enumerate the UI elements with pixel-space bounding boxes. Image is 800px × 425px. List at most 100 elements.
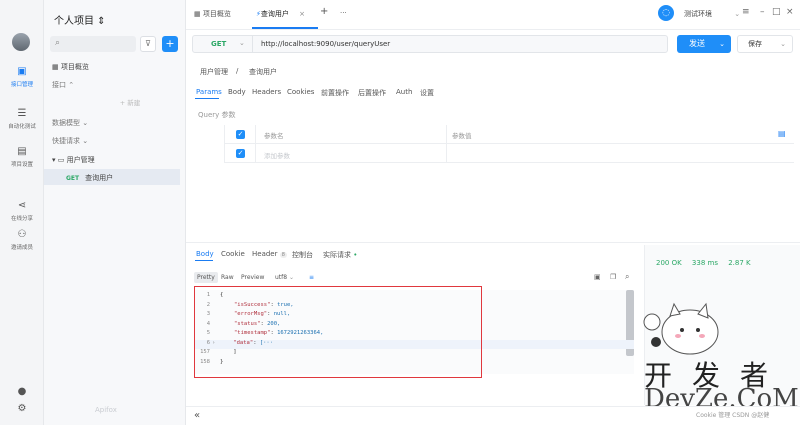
save-button[interactable]: 保存 ⌄ — [737, 35, 793, 53]
chevron-down-icon[interactable]: ⌄ — [719, 35, 725, 53]
tab-headers[interactable]: Headers — [252, 88, 281, 96]
save-label: 保存 — [748, 40, 762, 48]
rail-item-interfaces[interactable]: ▣ 接口管理 — [0, 66, 44, 88]
url-input[interactable]: http://localhost:9090/user/queryUser — [261, 40, 390, 48]
method-select[interactable]: GET ⌄ — [193, 36, 253, 52]
folder-icon: ▭ — [57, 156, 67, 164]
gear-icon: ⚙ — [17, 403, 27, 414]
folder-label: 用户管理 — [66, 156, 95, 164]
new-tab-button[interactable]: + — [320, 6, 328, 17]
notification-bell[interactable]: ● — [0, 386, 44, 400]
tab-params[interactable]: Params — [196, 88, 222, 96]
tab-auth[interactable]: Auth — [396, 88, 412, 96]
maximize-icon[interactable]: □ — [772, 7, 781, 17]
active-tab-indicator — [195, 260, 213, 261]
menu-icon[interactable]: ≡ — [742, 7, 750, 17]
avatar[interactable] — [12, 33, 30, 51]
column-header-value: 参数值 — [452, 132, 472, 140]
table-divider — [255, 125, 256, 163]
apifox-logo: Apifox — [95, 406, 117, 414]
plus-icon: + — [165, 37, 175, 50]
chevron-down-icon[interactable]: ⌄ — [780, 36, 786, 52]
response-status: 200 OK 338 ms 2.87 K — [656, 259, 759, 267]
method-label: GET — [211, 40, 227, 48]
highlight-annotation — [194, 286, 482, 378]
sidebar-request-item[interactable]: GET 查询用户 — [66, 173, 113, 183]
app-settings[interactable]: ⚙ — [0, 403, 44, 417]
automation-icon: ☰ — [17, 108, 27, 119]
api-icon: ▣ — [17, 66, 27, 77]
filter-button[interactable]: ⊽ — [140, 36, 156, 52]
breadcrumb-separator: / — [236, 67, 239, 75]
rail-item-invite[interactable]: ⚇ 邀请成员 — [0, 229, 44, 251]
format-raw[interactable]: Raw — [218, 272, 237, 283]
rail-item-share[interactable]: ⋖ 在线分享 — [0, 200, 44, 222]
tab-console[interactable]: 控制台 — [292, 250, 313, 260]
tab-settings[interactable]: 设置 — [420, 88, 434, 98]
close-window-icon[interactable]: × — [786, 7, 794, 17]
breadcrumb-folder[interactable]: 用户管理 — [200, 67, 228, 77]
sidebar-folder[interactable]: ▾ ▭ 用户管理 — [52, 155, 95, 165]
tab-query-user[interactable]: ⚡查询用户 × — [256, 9, 305, 19]
minimize-icon[interactable]: – — [760, 7, 765, 17]
grid-icon: ▦ — [194, 10, 203, 18]
select-all-checkbox[interactable]: ✓ — [236, 130, 245, 139]
format-preview[interactable]: Preview — [238, 272, 267, 283]
sidebar-section-quick-requests[interactable]: 快捷请求 ⌄ — [52, 136, 88, 146]
bell-icon: ● — [17, 386, 27, 397]
copy-icon[interactable]: ❐ — [610, 273, 616, 281]
settings-icon: ▤ — [17, 146, 27, 157]
search-input[interactable]: ⌕ — [50, 36, 136, 52]
tab-response-cookie[interactable]: Cookie — [221, 250, 245, 258]
close-icon[interactable]: × — [299, 10, 305, 18]
format-pretty[interactable]: Pretty — [194, 272, 218, 283]
param-row-checkbox[interactable]: ✓ — [236, 149, 245, 158]
environment-label: 测试环境 — [684, 10, 712, 18]
send-button[interactable]: 发送 ⌄ — [677, 35, 731, 53]
chevron-down-icon: ⌄ — [239, 39, 245, 47]
bulk-edit-icon[interactable]: ▤ — [778, 129, 786, 138]
chevron-down-icon: ⌄ — [734, 10, 741, 18]
search-icon[interactable]: ⌕ — [625, 272, 629, 282]
environment-select[interactable]: 测试环境 ⌄ — [684, 9, 740, 19]
tab-response-header[interactable]: Header 8 — [252, 250, 287, 258]
sidebar-section-interfaces[interactable]: 接口 ⌃ — [52, 80, 74, 90]
tab-response-body[interactable]: Body — [196, 250, 214, 258]
add-param-input[interactable]: 添加参数 — [264, 150, 290, 160]
rail-item-settings[interactable]: ▤ 项目设置 — [0, 146, 44, 168]
tab-label: 实际请求 — [323, 251, 351, 259]
breadcrumb-current: 查询用户 — [249, 68, 277, 76]
tab-body[interactable]: Body — [228, 88, 246, 96]
table-divider — [224, 162, 794, 163]
active-tab-indicator — [195, 98, 219, 99]
project-sidebar: 个人项目 ⇕ ⌕ ⊽ + ▦ 项目概览 接口 ⌃ + 新建 数据模型 ⌄ 快捷请… — [44, 0, 186, 425]
sidebar-item-label: 项目概览 — [60, 63, 89, 71]
wrap-icon[interactable]: ≡ — [306, 272, 317, 283]
panel-divider[interactable] — [186, 242, 800, 243]
share-icon: ⋖ — [17, 200, 27, 211]
sidebar-item-overview[interactable]: ▦ 项目概览 — [52, 62, 89, 72]
table-divider — [224, 143, 794, 144]
rail-item-automation[interactable]: ☰ 自动化测试 — [0, 108, 44, 130]
add-button[interactable]: + — [162, 36, 178, 52]
environment-icon[interactable]: ◌ — [658, 5, 674, 21]
footer-note: Cookie 管理 CSDN @赵健 — [696, 412, 770, 419]
tab-cookies[interactable]: Cookies — [287, 88, 314, 96]
more-tabs-button[interactable]: ··· — [340, 9, 347, 17]
collapse-sidebar-icon[interactable]: « — [194, 410, 200, 421]
encoding-label: utf8 — [275, 274, 288, 281]
tab-overview[interactable]: ▦ 项目概览 — [194, 9, 231, 19]
url-bar: GET ⌄ http://localhost:9090/user/queryUs… — [192, 35, 668, 53]
project-title[interactable]: 个人项目 ⇕ — [54, 12, 106, 27]
encoding-select[interactable]: utf8 ⌄ — [272, 272, 297, 283]
rail-item-label: 自动化测试 — [8, 124, 36, 130]
tab-post-actions[interactable]: 后置操作 — [358, 88, 386, 98]
response-size: 2.87 K — [728, 259, 751, 267]
new-button[interactable]: + 新建 — [90, 97, 170, 107]
save-response-icon[interactable]: ▣ — [594, 273, 601, 281]
tab-actual-request[interactable]: 实际请求 • — [323, 250, 357, 260]
invite-icon: ⚇ — [17, 229, 27, 240]
sidebar-section-data-models[interactable]: 数据模型 ⌄ — [52, 118, 88, 128]
rail-item-label: 在线分享 — [10, 216, 33, 222]
tab-pre-actions[interactable]: 前置操作 — [321, 88, 349, 98]
